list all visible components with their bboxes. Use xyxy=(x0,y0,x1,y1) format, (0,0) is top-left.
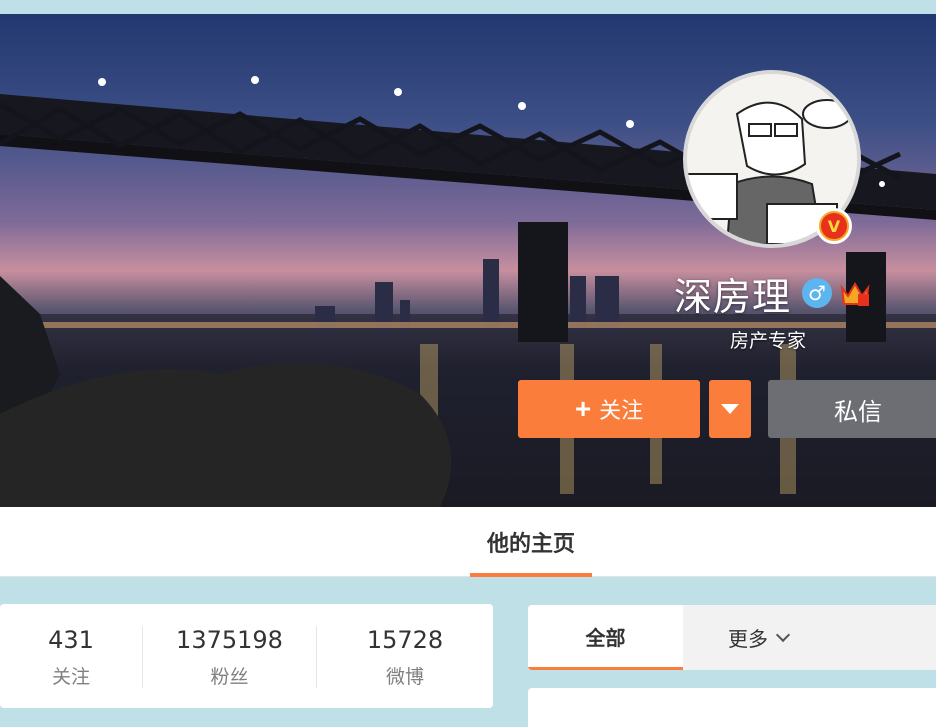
profile-name: 深房理 xyxy=(674,275,792,319)
feed-card xyxy=(528,688,936,727)
stat-label: 关注 xyxy=(51,666,90,688)
stats-card: 431 关注 1375198 粉丝 15728 微博 xyxy=(0,604,493,708)
stat-followers[interactable]: 1375198 粉丝 xyxy=(143,604,316,708)
stat-value: 15728 xyxy=(366,626,444,654)
male-icon: ♂ xyxy=(802,278,832,308)
caret-down-icon xyxy=(721,404,739,414)
verified-v-icon: V xyxy=(816,208,852,244)
tab-more-label: 更多 xyxy=(728,627,768,651)
message-button[interactable]: 私信 xyxy=(768,380,936,438)
follow-label: 关注 xyxy=(599,398,644,423)
verified-title: 房产专家 xyxy=(730,330,807,352)
feed-filter-tabs: 全部 更多 xyxy=(528,605,936,670)
stat-posts[interactable]: 15728 微博 xyxy=(317,604,493,708)
stat-label: 微博 xyxy=(385,666,424,688)
stat-following[interactable]: 431 关注 xyxy=(0,604,142,708)
profile-tab-bar: 他的主页 xyxy=(0,507,936,577)
vip-crown-icon[interactable] xyxy=(840,280,870,308)
tab-home[interactable]: 他的主页 xyxy=(470,507,592,577)
stat-label: 粉丝 xyxy=(210,666,249,688)
follow-button[interactable]: + 关注 xyxy=(518,380,700,438)
follow-dropdown-button[interactable] xyxy=(709,380,751,438)
plus-icon: + xyxy=(574,393,592,424)
tab-more[interactable]: 更多 xyxy=(728,605,791,670)
chevron-down-icon xyxy=(775,627,791,642)
stat-value: 431 xyxy=(48,626,94,654)
tab-all[interactable]: 全部 xyxy=(528,605,683,670)
stat-value: 1375198 xyxy=(176,626,283,654)
